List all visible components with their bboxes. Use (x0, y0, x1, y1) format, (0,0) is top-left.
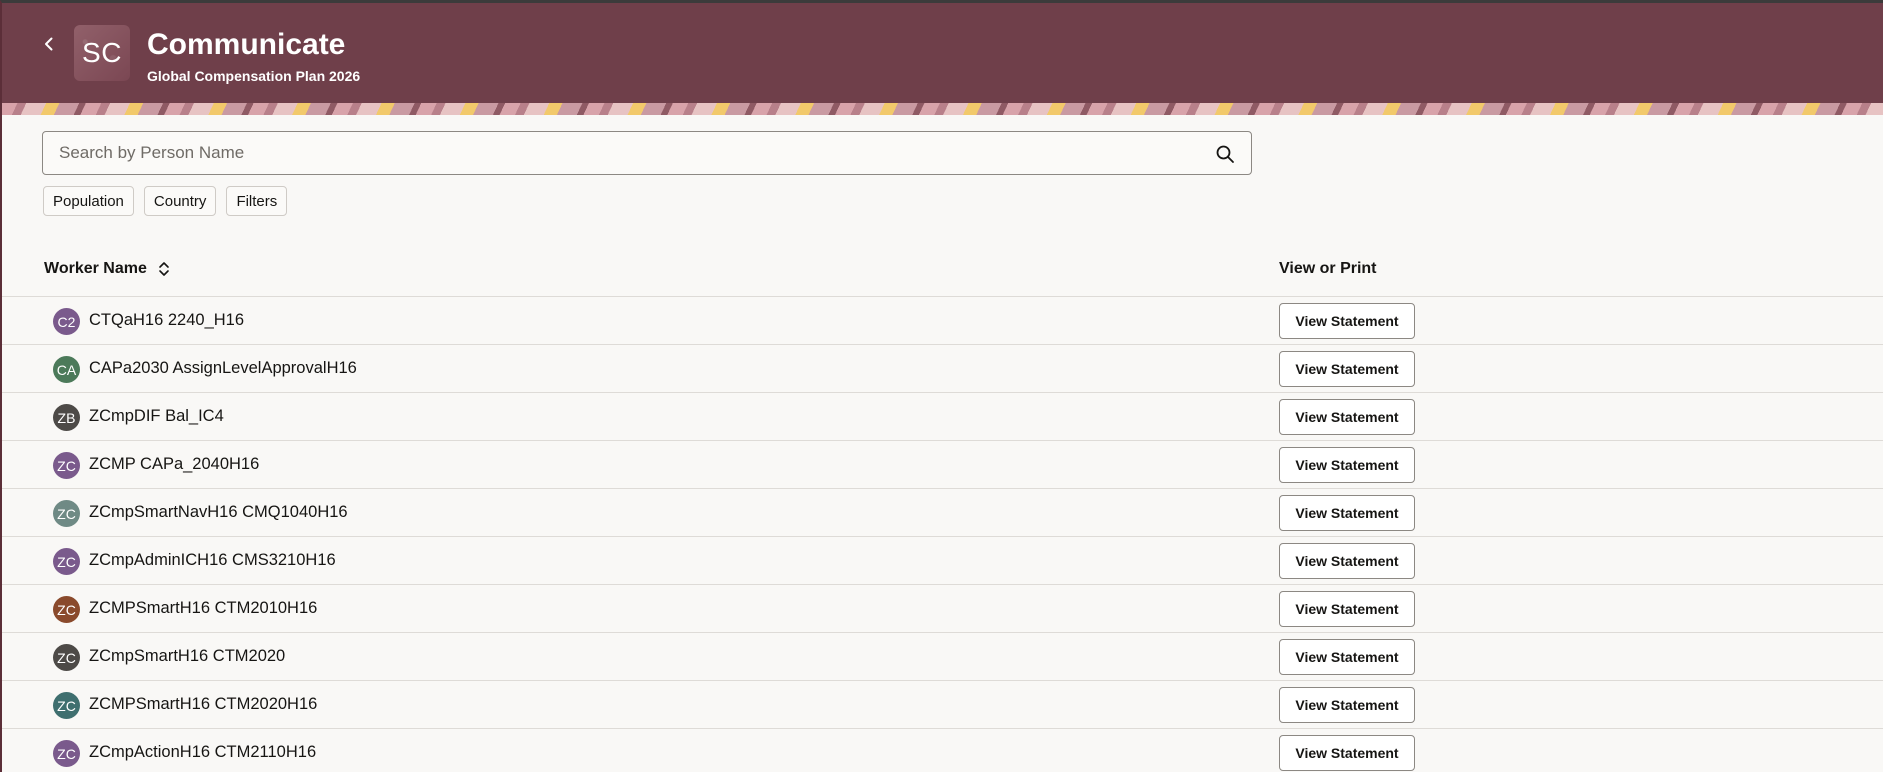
column-header-worker-name[interactable]: Worker Name (44, 260, 171, 278)
search-input[interactable] (43, 132, 1193, 174)
view-statement-button[interactable]: View Statement (1279, 591, 1415, 627)
view-statement-button[interactable]: View Statement (1279, 447, 1415, 483)
avatar: ZC (53, 596, 80, 623)
back-button[interactable] (36, 31, 62, 57)
sort-icon[interactable] (157, 261, 171, 277)
view-statement-button[interactable]: View Statement (1279, 495, 1415, 531)
avatar: ZC (53, 548, 80, 575)
view-statement-button[interactable]: View Statement (1279, 351, 1415, 387)
view-statement-button[interactable]: View Statement (1279, 303, 1415, 339)
table-row: ZC ZCMPSmartH16 CTM2010H16 View Statemen… (2, 585, 1883, 633)
worker-name[interactable]: ZCmpAdminICH16 CMS3210H16 (89, 551, 336, 570)
column-header-worker-name-label: Worker Name (44, 260, 147, 277)
avatar: ZB (53, 404, 80, 431)
avatar: ZC (53, 740, 80, 767)
page-subtitle: Global Compensation Plan 2026 (147, 68, 361, 84)
page-header: SC Communicate Global Compensation Plan … (2, 3, 1883, 103)
table-row: ZC ZCMP CAPa_2040H16 View Statement (2, 441, 1883, 489)
app-frame: SC Communicate Global Compensation Plan … (0, 0, 1883, 772)
table-row: ZC ZCmpAdminICH16 CMS3210H16 View Statem… (2, 537, 1883, 585)
table-row: C2 CTQaH16 2240_H16 View Statement (2, 297, 1883, 345)
worker-table-body: C2 CTQaH16 2240_H16 View Statement CA CA… (2, 297, 1883, 772)
search-box (42, 131, 1252, 175)
worker-name[interactable]: ZCMPSmartH16 CTM2020H16 (89, 695, 317, 714)
search-icon[interactable] (1215, 144, 1235, 164)
decorative-banner (2, 103, 1883, 115)
view-statement-button[interactable]: View Statement (1279, 639, 1415, 675)
worker-name[interactable]: ZCMPSmartH16 CTM2010H16 (89, 599, 317, 618)
table-header: Worker Name View or Print (2, 250, 1883, 297)
worker-name[interactable]: ZCmpDIF Bal_IC4 (89, 407, 224, 426)
filter-chip-filters[interactable]: Filters (226, 186, 288, 216)
filter-chip-country[interactable]: Country (143, 186, 217, 216)
worker-name[interactable]: ZCmpSmartH16 CTM2020 (89, 647, 285, 666)
avatar: ZC (53, 452, 80, 479)
filter-chips: Population Country Filters (43, 186, 288, 216)
worker-name[interactable]: ZCmpActionH16 CTM2110H16 (89, 743, 316, 762)
worker-name[interactable]: ZCmpSmartNavH16 CMQ1040H16 (89, 503, 348, 522)
chevron-left-icon (45, 37, 53, 51)
column-header-view-or-print: View or Print (1279, 260, 1377, 277)
view-statement-button[interactable]: View Statement (1279, 543, 1415, 579)
table-row: ZC ZCMPSmartH16 CTM2020H16 View Statemen… (2, 681, 1883, 729)
worker-name[interactable]: CAPa2030 AssignLevelApprovalH16 (89, 359, 357, 378)
app-badge: SC (74, 25, 130, 81)
view-statement-button[interactable]: View Statement (1279, 687, 1415, 723)
table-row: ZC ZCmpSmartNavH16 CMQ1040H16 View State… (2, 489, 1883, 537)
table-row: ZB ZCmpDIF Bal_IC4 View Statement (2, 393, 1883, 441)
view-statement-button[interactable]: View Statement (1279, 735, 1415, 771)
avatar: CA (53, 356, 80, 383)
table-row: ZC ZCmpActionH16 CTM2110H16 View Stateme… (2, 729, 1883, 772)
avatar: ZC (53, 644, 80, 671)
view-statement-button[interactable]: View Statement (1279, 399, 1415, 435)
avatar: ZC (53, 692, 80, 719)
table-row: ZC ZCmpSmartH16 CTM2020 View Statement (2, 633, 1883, 681)
worker-name[interactable]: CTQaH16 2240_H16 (89, 311, 244, 330)
avatar: ZC (53, 500, 80, 527)
avatar: C2 (53, 308, 80, 335)
table-row: CA CAPa2030 AssignLevelApprovalH16 View … (2, 345, 1883, 393)
worker-name[interactable]: ZCMP CAPa_2040H16 (89, 455, 259, 474)
page-title: Communicate (147, 28, 346, 61)
filter-chip-population[interactable]: Population (43, 186, 134, 216)
